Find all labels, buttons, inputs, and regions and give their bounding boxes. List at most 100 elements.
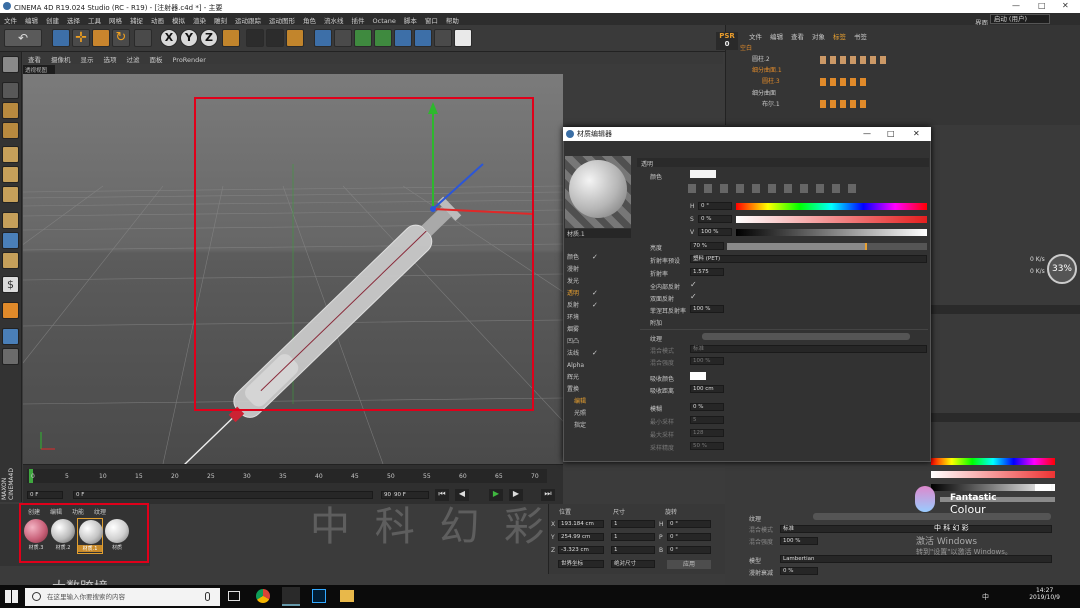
menu-item[interactable]: 工具 xyxy=(84,13,105,25)
start-icon[interactable] xyxy=(5,590,18,603)
channel-glow[interactable]: 辉光 xyxy=(567,372,579,383)
texture-mode-icon[interactable] xyxy=(2,102,19,119)
obj-menu-item[interactable]: 标签 xyxy=(829,33,850,41)
brightness-field[interactable]: 70 % xyxy=(690,242,724,250)
material-tag-icons[interactable] xyxy=(820,100,870,108)
viewport-menu-item[interactable]: 摄像机 xyxy=(46,52,76,64)
taskbar-search-input[interactable]: 在这里输入你要搜索的内容 xyxy=(25,588,220,606)
channel-reflectance[interactable]: 反射 ✓ xyxy=(567,300,598,311)
rotate-tool-icon[interactable]: ↻ xyxy=(112,29,130,47)
mix-mode-dropdown[interactable]: 标准 xyxy=(780,525,1052,533)
quantize-icon[interactable] xyxy=(2,252,19,269)
apply-button[interactable]: 应用 xyxy=(667,560,711,569)
hue-slider[interactable] xyxy=(736,203,927,210)
scale-tool-icon[interactable] xyxy=(92,29,110,47)
channel-fog[interactable]: 烟雾 xyxy=(567,324,579,335)
ior-field[interactable]: 1.575 xyxy=(690,268,724,276)
prev-key-icon[interactable]: ◀ xyxy=(455,489,469,501)
chrome-icon[interactable] xyxy=(256,589,270,603)
x-axis-lock-icon[interactable]: X xyxy=(160,29,178,47)
tray-lang[interactable]: 中 xyxy=(982,592,989,602)
position-x-field[interactable]: 193.184 cm xyxy=(558,520,604,528)
obj-menu-item[interactable]: 对象 xyxy=(808,33,829,41)
move-tool-icon[interactable]: ✛ xyxy=(72,29,90,47)
frame-start-field[interactable]: 0 F xyxy=(27,491,63,499)
h-field[interactable]: 0 ° xyxy=(698,202,732,210)
double-reflect-check-icon[interactable]: ✓ xyxy=(690,292,697,301)
channel-displacement[interactable]: 置换 xyxy=(567,384,579,395)
brightness-slider[interactable] xyxy=(727,243,927,250)
channel-environment[interactable]: 环境 xyxy=(567,312,579,323)
model-dropdown[interactable]: Lambertian xyxy=(780,555,1052,563)
menu-item[interactable]: Octane xyxy=(369,15,400,25)
cpu-gauge[interactable]: 33% xyxy=(1047,254,1077,284)
microphone-icon[interactable] xyxy=(205,592,210,601)
menu-item[interactable]: 模拟 xyxy=(168,13,189,25)
channel-bump[interactable]: 凹凸 xyxy=(567,336,579,347)
size-mode-dropdown[interactable]: 绝对尺寸 xyxy=(611,560,655,568)
viewport-menu-item[interactable]: 选项 xyxy=(99,52,122,64)
color-swatch[interactable] xyxy=(690,170,716,178)
menu-item[interactable]: 雕刻 xyxy=(210,13,231,25)
material-name-field[interactable]: 材质.1 xyxy=(565,229,631,238)
obj-menu-item[interactable]: 查看 xyxy=(787,33,808,41)
menu-item[interactable]: 编辑 xyxy=(21,13,42,25)
object-row[interactable]: 细分曲面.1 xyxy=(752,66,782,76)
channel-color[interactable]: 颜色 ✓ xyxy=(567,252,598,263)
coord-mode-dropdown[interactable]: 世界坐标 xyxy=(558,560,604,568)
floor-icon[interactable] xyxy=(414,29,432,47)
material-tag-icons[interactable] xyxy=(820,78,870,86)
go-end-icon[interactable]: ⏭ xyxy=(541,489,555,501)
select-tool-icon[interactable] xyxy=(52,29,70,47)
close-icon[interactable]: ✕ xyxy=(913,127,920,141)
channel-luminance[interactable]: 发光 xyxy=(567,276,579,287)
color-hue-bar[interactable] xyxy=(931,458,1055,465)
clock[interactable]: 14:27 2019/10/9 xyxy=(1029,587,1060,601)
menu-item[interactable]: 插件 xyxy=(348,13,369,25)
workplane-icon[interactable] xyxy=(2,122,19,139)
snap-icon[interactable] xyxy=(2,232,19,249)
saturation-slider[interactable] xyxy=(736,216,927,223)
min-samples-field[interactable]: 5 xyxy=(690,416,724,424)
absorb-dist-field[interactable]: 100 cm xyxy=(690,385,724,393)
frame-current-field[interactable]: 0 F xyxy=(73,491,373,499)
photoshop-icon[interactable] xyxy=(312,589,326,603)
channel-transparency[interactable]: 透明 ✓ xyxy=(567,288,598,299)
task-view-icon[interactable] xyxy=(228,591,240,601)
menu-item[interactable]: 动画 xyxy=(147,13,168,25)
menu-item[interactable]: 窗口 xyxy=(421,13,442,25)
minimize-icon[interactable]: — xyxy=(1012,1,1020,10)
layout-dropdown[interactable]: 启动 (用户) xyxy=(989,14,1050,24)
menu-item[interactable]: 捕捉 xyxy=(126,13,147,25)
minimize-icon[interactable]: — xyxy=(863,127,871,141)
sculpt-icon[interactable]: $ xyxy=(2,276,19,293)
play-button[interactable]: ▶ xyxy=(489,489,503,501)
object-row[interactable]: 圆柱.3 xyxy=(762,77,780,87)
undo-icon[interactable]: ↶ xyxy=(4,29,42,47)
max-samples-field[interactable]: 128 xyxy=(690,429,724,437)
position-z-field[interactable]: -3.323 cm xyxy=(558,546,604,554)
light-icon[interactable] xyxy=(454,29,472,47)
menu-item[interactable]: 角色 xyxy=(299,13,320,25)
menu-item[interactable]: 帮助 xyxy=(442,13,463,25)
array-icon[interactable] xyxy=(374,29,392,47)
coordinate-system-icon[interactable] xyxy=(222,29,240,47)
mix-strength-field[interactable]: 100 % xyxy=(780,537,818,545)
rotation-b-field[interactable]: 0 ° xyxy=(667,546,711,554)
channel-normal[interactable]: 法线 ✓ xyxy=(567,348,598,359)
material-tag-icons[interactable] xyxy=(820,56,890,64)
menu-item[interactable]: 流水线 xyxy=(320,13,348,25)
check-icon[interactable]: ✓ xyxy=(592,350,599,357)
texture-slot[interactable] xyxy=(813,513,1051,520)
value-slider[interactable] xyxy=(736,229,927,236)
check-icon[interactable]: ✓ xyxy=(592,290,599,297)
soft-selection-icon[interactable] xyxy=(2,328,19,345)
rotation-h-field[interactable]: 0 ° xyxy=(667,520,711,528)
obj-menu-item[interactable]: 书签 xyxy=(850,33,871,41)
blur-field[interactable]: 0 % xyxy=(690,403,724,411)
pen-icon[interactable] xyxy=(334,29,352,47)
color-swatch[interactable] xyxy=(1035,484,1051,491)
channel-diffusion[interactable]: 漫射 xyxy=(567,264,579,275)
maximize-icon[interactable]: □ xyxy=(1038,1,1046,10)
check-icon[interactable]: ✓ xyxy=(592,254,599,261)
